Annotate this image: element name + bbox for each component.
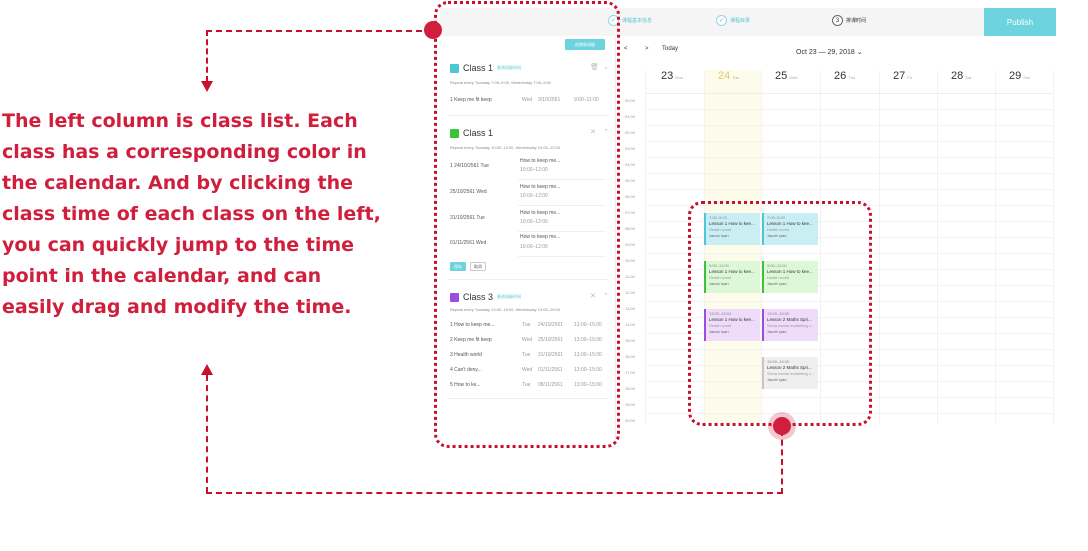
step-schedule[interactable]: 3 排课时间 [832, 15, 866, 26]
class-list-highlight [434, 1, 620, 448]
hour-label: 17:00 [625, 370, 636, 375]
prev-week-button[interactable]: < [624, 46, 628, 52]
day-number: 25 [775, 70, 788, 82]
hour-label: 11:00 [625, 274, 635, 279]
hour-label: 10:00 [625, 258, 636, 263]
day-of-week: Tue [732, 75, 739, 80]
step-label: 课程基本信息 [622, 18, 653, 24]
explanation-line: the calendar. And by clicking the [2, 172, 354, 194]
explanation-line: The left column is class list. Each [2, 110, 358, 132]
hour-label: 09:00 [625, 242, 636, 247]
today-button[interactable]: Today [662, 46, 678, 52]
hour-label: 00:00 [625, 98, 636, 103]
hour-label: 19:00 [625, 402, 636, 407]
hour-label: 08:00 [625, 226, 636, 231]
hour-label: 20:00 [625, 418, 636, 423]
day-header[interactable]: 29 Sun [995, 70, 1053, 92]
explanation-line: point in the calendar, and can [2, 265, 322, 287]
day-of-week: Fri [907, 75, 912, 80]
day-of-week: Thu [848, 75, 856, 80]
day-number: 27 [893, 70, 906, 82]
grid-line [645, 157, 1054, 158]
check-icon: ✓ [716, 15, 727, 26]
grid-line [645, 71, 646, 424]
hour-label: 05:00 [625, 178, 636, 183]
grid-line [937, 71, 938, 424]
day-of-week: Mon [675, 75, 684, 80]
hour-label: 01:00 [625, 114, 636, 119]
day-header[interactable]: 23 Mon [647, 70, 705, 92]
day-number: 28 [951, 70, 964, 82]
arrow-down-icon [201, 81, 213, 92]
day-header[interactable]: 26 Thu [820, 70, 878, 92]
hour-label: 12:00 [625, 290, 636, 295]
hour-label: 18:00 [625, 386, 636, 391]
hour-label: 07:00 [625, 210, 636, 215]
day-header-today[interactable]: 24 Tue [704, 70, 762, 92]
grid-line [995, 71, 996, 424]
hour-label: 15:00 [625, 338, 636, 343]
day-header[interactable]: 28 Sat [937, 70, 995, 92]
connector-line [206, 30, 208, 82]
day-header[interactable]: 25 Wed [761, 70, 819, 92]
connector-line [206, 375, 208, 493]
connector-line [206, 30, 432, 32]
explanation-line: class time of each class on the left, [2, 203, 381, 225]
step-label: 课程目录 [730, 18, 751, 24]
grid-line [645, 141, 1054, 142]
grid-line [645, 125, 1054, 126]
calendar-events-highlight [688, 201, 872, 426]
grid-line [879, 71, 880, 424]
explanation-line: class has a corresponding color in [2, 141, 367, 163]
publish-button[interactable]: Publish [984, 8, 1056, 36]
grid-line [645, 173, 1054, 174]
hour-label: 13:00 [625, 306, 636, 311]
hour-label: 04:00 [625, 162, 636, 167]
day-number: 24 [718, 70, 731, 82]
connector-line [781, 430, 783, 494]
explanation-text: The left column is class list. Each clas… [2, 106, 422, 323]
hour-label: 06:00 [625, 194, 636, 199]
arrow-up-icon [201, 364, 213, 375]
day-of-week: Sun [1023, 75, 1031, 80]
step-number: 3 [832, 15, 843, 26]
annotation-dot [773, 417, 791, 435]
day-of-week: Sat [965, 75, 972, 80]
day-number: 26 [834, 70, 847, 82]
step-label: 排课时间 [846, 18, 867, 24]
hour-label: 16:00 [625, 354, 636, 359]
explanation-line: you can quickly jump to the time [2, 234, 355, 256]
explanation-line: easily drag and modify the time. [2, 296, 352, 318]
week-range-selector[interactable]: Oct 23 — 29, 2018 ⌄ [796, 48, 863, 56]
day-header[interactable]: 27 Fri [879, 70, 937, 92]
day-number: 23 [661, 70, 674, 82]
connector-line [206, 492, 783, 494]
next-week-button[interactable]: > [645, 46, 649, 52]
hour-label: 03:00 [625, 146, 636, 151]
step-catalog[interactable]: ✓ 课程目录 [716, 15, 750, 26]
day-of-week: Wed [789, 75, 798, 80]
hour-label: 14:00 [625, 322, 636, 327]
grid-line [1053, 71, 1054, 424]
annotation-dot [424, 21, 442, 39]
grid-line [645, 189, 1054, 190]
grid-line [645, 109, 1054, 110]
hour-label: 02:00 [625, 130, 636, 135]
day-number: 29 [1009, 70, 1022, 82]
